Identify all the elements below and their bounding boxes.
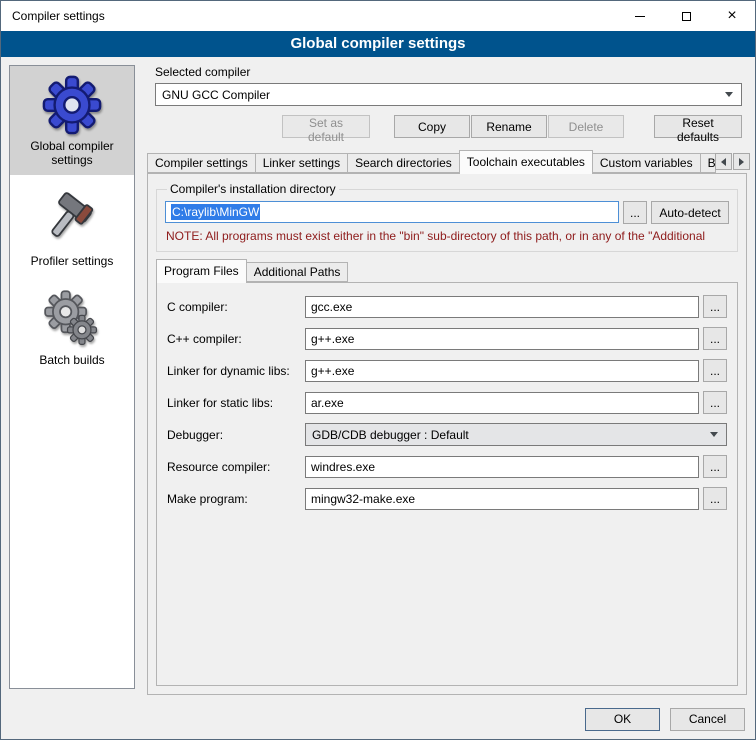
field-row: C++ compiler: ...	[167, 327, 727, 350]
sidebar: Global compiler settings Profiler settin…	[9, 65, 135, 689]
gray-gears-icon	[43, 289, 101, 349]
blue-gear-icon	[41, 73, 103, 135]
sidebar-item-label: Global compiler settings	[12, 139, 132, 167]
ok-button[interactable]: OK	[585, 708, 660, 731]
linker-dynamic-browse-button[interactable]: ...	[703, 359, 727, 382]
tab-compiler-settings[interactable]: Compiler settings	[147, 153, 256, 173]
compiler-settings-window: Compiler settings × Global compiler sett…	[0, 0, 756, 740]
tab-scroll-arrows	[715, 153, 750, 170]
c-compiler-input[interactable]	[305, 296, 699, 318]
sidebar-item-label: Batch builds	[39, 353, 104, 367]
subtab-additional-paths[interactable]: Additional Paths	[246, 262, 349, 282]
main-panel: Selected compiler GNU GCC Compiler Set a…	[147, 65, 747, 695]
tab-bar: Compiler settings Linker settings Search…	[147, 150, 747, 173]
tab-linker-settings[interactable]: Linker settings	[255, 153, 348, 173]
linker-static-input[interactable]	[305, 392, 699, 414]
maximize-icon	[682, 12, 691, 21]
resource-compiler-input[interactable]	[305, 456, 699, 478]
sidebar-item-label: Profiler settings	[31, 254, 114, 268]
tab-toolchain-executables[interactable]: Toolchain executables	[459, 150, 593, 174]
dialog-content: Global compiler settings Profiler settin…	[1, 57, 755, 699]
tab-scroll-left-button[interactable]	[715, 153, 732, 170]
tab-scroll-right-button[interactable]	[733, 153, 750, 170]
cpp-compiler-label: C++ compiler:	[167, 332, 305, 346]
installation-directory-row: C:\raylib\MinGW ... Auto-detect	[165, 201, 729, 224]
compiler-select[interactable]: GNU GCC Compiler	[155, 83, 742, 106]
make-program-label: Make program:	[167, 492, 305, 506]
linker-dynamic-label: Linker for dynamic libs:	[167, 364, 305, 378]
c-compiler-browse-button[interactable]: ...	[703, 295, 727, 318]
arrow-left-icon	[721, 158, 726, 166]
field-row: Make program: ...	[167, 487, 727, 510]
minimize-button[interactable]	[617, 1, 663, 31]
make-program-input[interactable]	[305, 488, 699, 510]
subtab-bar: Program Files Additional Paths	[156, 259, 738, 282]
sidebar-item-batch-builds[interactable]: Batch builds	[10, 282, 134, 375]
hammer-tool-icon	[43, 188, 101, 250]
reset-defaults-button[interactable]: Reset defaults	[654, 115, 742, 138]
field-row: C compiler: ...	[167, 295, 727, 318]
debugger-label: Debugger:	[167, 428, 305, 442]
compiler-actions: Set as default Copy Rename Delete Reset …	[155, 115, 742, 138]
arrow-right-icon	[739, 158, 744, 166]
close-button[interactable]: ×	[709, 1, 755, 31]
browse-directory-button[interactable]: ...	[623, 201, 647, 224]
sidebar-item-profiler-settings[interactable]: Profiler settings	[10, 181, 134, 276]
field-row: Debugger: GDB/CDB debugger : Default	[167, 423, 727, 446]
sidebar-item-global-compiler-settings[interactable]: Global compiler settings	[10, 66, 134, 175]
linker-dynamic-input[interactable]	[305, 360, 699, 382]
chevron-down-icon	[725, 92, 733, 97]
debugger-select[interactable]: GDB/CDB debugger : Default	[305, 423, 727, 446]
subtab-program-files[interactable]: Program Files	[156, 259, 247, 283]
dialog-footer: OK Cancel	[1, 699, 755, 739]
field-row: Resource compiler: ...	[167, 455, 727, 478]
field-row: Linker for dynamic libs: ...	[167, 359, 727, 382]
program-files-panel: C compiler: ... C++ compiler: ... Linker…	[156, 282, 738, 686]
resource-compiler-browse-button[interactable]: ...	[703, 455, 727, 478]
installation-directory-value: C:\raylib\MinGW	[171, 204, 260, 220]
cpp-compiler-input[interactable]	[305, 328, 699, 350]
chevron-down-icon	[710, 432, 718, 437]
tab-search-directories[interactable]: Search directories	[347, 153, 460, 173]
installation-directory-input[interactable]: C:\raylib\MinGW	[165, 201, 619, 223]
note-text: NOTE: All programs must exist either in …	[166, 229, 728, 243]
titlebar[interactable]: Compiler settings ×	[1, 1, 755, 31]
window-title: Compiler settings	[1, 9, 105, 23]
delete-button[interactable]: Delete	[548, 115, 624, 138]
caption-buttons: ×	[617, 1, 755, 31]
resource-compiler-label: Resource compiler:	[167, 460, 305, 474]
installation-directory-group: Compiler's installation directory C:\ray…	[156, 182, 738, 252]
c-compiler-label: C compiler:	[167, 300, 305, 314]
compiler-select-value: GNU GCC Compiler	[162, 88, 725, 102]
make-program-browse-button[interactable]: ...	[703, 487, 727, 510]
auto-detect-button[interactable]: Auto-detect	[651, 201, 729, 224]
set-as-default-button[interactable]: Set as default	[282, 115, 370, 138]
copy-button[interactable]: Copy	[394, 115, 470, 138]
installation-directory-legend: Compiler's installation directory	[167, 182, 339, 196]
maximize-button[interactable]	[663, 1, 709, 31]
close-icon: ×	[727, 8, 736, 24]
tab-custom-variables[interactable]: Custom variables	[592, 153, 701, 173]
toolchain-executables-panel: Compiler's installation directory C:\ray…	[147, 173, 747, 695]
debugger-select-value: GDB/CDB debugger : Default	[312, 428, 710, 442]
rename-button[interactable]: Rename	[471, 115, 547, 138]
minimize-icon	[635, 16, 645, 17]
cpp-compiler-browse-button[interactable]: ...	[703, 327, 727, 350]
linker-static-label: Linker for static libs:	[167, 396, 305, 410]
cancel-button[interactable]: Cancel	[670, 708, 745, 731]
tab-build-options[interactable]: Build options	[700, 153, 716, 173]
dialog-header-title: Global compiler settings	[1, 31, 755, 57]
linker-static-browse-button[interactable]: ...	[703, 391, 727, 414]
selected-compiler-label: Selected compiler	[155, 65, 742, 79]
field-row: Linker for static libs: ...	[167, 391, 727, 414]
